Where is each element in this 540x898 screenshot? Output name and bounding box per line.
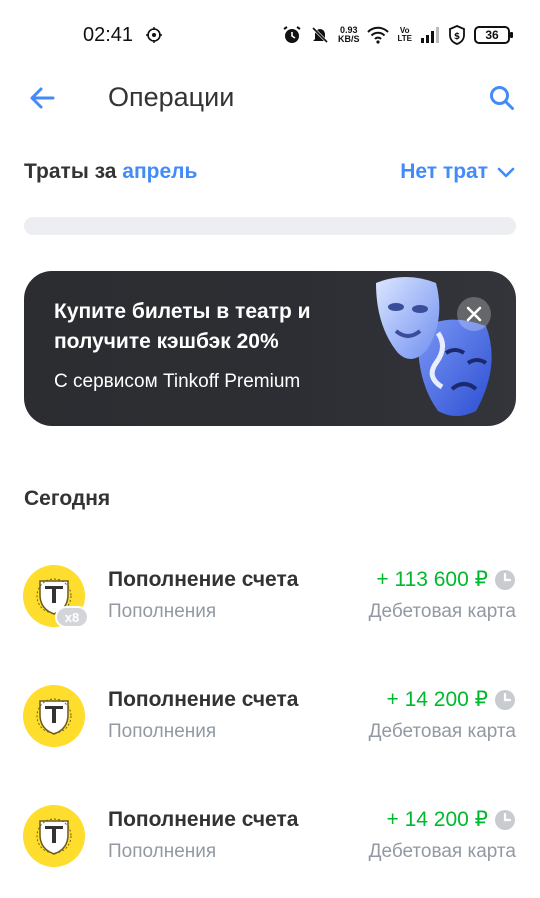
- operation-category: Пополнения: [108, 721, 217, 742]
- svg-text:$: $: [454, 32, 460, 42]
- tinkoff-emblem-icon: [36, 818, 72, 855]
- operations-count-badge: x8: [55, 606, 89, 628]
- spending-filter-label: Нет трат: [400, 160, 488, 183]
- operation-amount: + 14 200 ₽: [386, 808, 488, 831]
- clock-icon: [495, 569, 515, 590]
- app-header: Операции: [0, 72, 540, 126]
- operation-item[interactable]: Пополнение счета Пополнения + 14 200 ₽ Д…: [0, 665, 540, 785]
- spending-progress-bar: [24, 217, 516, 235]
- promo-subtitle: С сервисом Tinkoff Premium: [54, 371, 301, 392]
- bank-logo: [23, 805, 85, 867]
- operation-amount-row: + 113 600 ₽: [376, 567, 516, 592]
- operation-category: Пополнения: [108, 601, 217, 622]
- promo-title: Купите билеты в театр и получите кэшбэк …: [54, 300, 311, 353]
- tinkoff-emblem-icon: [36, 698, 72, 735]
- status-time: 02:41: [83, 24, 134, 46]
- operation-amount: + 113 600 ₽: [376, 568, 488, 591]
- operation-item[interactable]: Пополнение счета Пополнения + 14 200 ₽ Д…: [0, 785, 540, 898]
- bank-logo: [23, 685, 85, 747]
- back-button[interactable]: [26, 82, 58, 114]
- operation-item[interactable]: x8 Пополнение счета Пополнения + 113 600…: [0, 545, 540, 665]
- theater-masks-illustration: [376, 277, 492, 416]
- clock-icon: [495, 689, 515, 710]
- app-notification-icon: [146, 27, 162, 43]
- status-icons: 0.93 KB/S Vo LTE $ 36: [282, 22, 513, 48]
- operation-title: Пополнение счета: [108, 808, 299, 831]
- spending-summary: Траты за апрель Нет трат: [24, 160, 516, 190]
- operation-title: Пополнение счета: [108, 568, 299, 591]
- operations-list: x8 Пополнение счета Пополнения + 113 600…: [0, 545, 540, 898]
- status-bar: 02:41 0.93 KB/S Vo LTE $ 36: [0, 0, 540, 72]
- network-speed: 0.93 KB/S: [337, 25, 360, 44]
- close-icon: [466, 306, 482, 322]
- mute-icon: [311, 26, 329, 44]
- spending-label: Траты за апрель: [24, 160, 198, 183]
- operation-amount: + 14 200 ₽: [386, 688, 488, 711]
- spending-filter-dropdown[interactable]: Нет трат: [400, 160, 516, 184]
- operation-account: Дебетовая карта: [368, 841, 516, 862]
- arrow-left-icon: [30, 87, 55, 109]
- month-selector[interactable]: апрель: [122, 160, 197, 183]
- operation-amount-row: + 14 200 ₽: [386, 807, 516, 832]
- operation-category: Пополнения: [108, 841, 217, 862]
- clock-icon: [495, 809, 515, 830]
- volte-indicator: Vo LTE: [397, 26, 412, 43]
- search-button[interactable]: [486, 82, 518, 114]
- page-title: Операции: [108, 82, 235, 112]
- wifi-icon: [367, 26, 390, 44]
- operation-amount-row: + 14 200 ₽: [386, 687, 516, 712]
- promo-banner[interactable]: Купите билеты в театр и получите кэшбэк …: [24, 271, 516, 426]
- operation-title: Пополнение счета: [108, 688, 299, 711]
- battery-indicator: 36: [474, 26, 513, 44]
- promo-close-button[interactable]: [457, 297, 491, 331]
- alarm-icon: [283, 26, 301, 43]
- section-title-today: Сегодня: [24, 487, 111, 510]
- vpn-shield-icon: $: [449, 25, 465, 45]
- signal-icon: [421, 27, 439, 43]
- operation-account: Дебетовая карта: [368, 601, 516, 622]
- operation-account: Дебетовая карта: [368, 721, 516, 742]
- chevron-down-icon: [497, 167, 515, 178]
- search-icon: [490, 86, 514, 110]
